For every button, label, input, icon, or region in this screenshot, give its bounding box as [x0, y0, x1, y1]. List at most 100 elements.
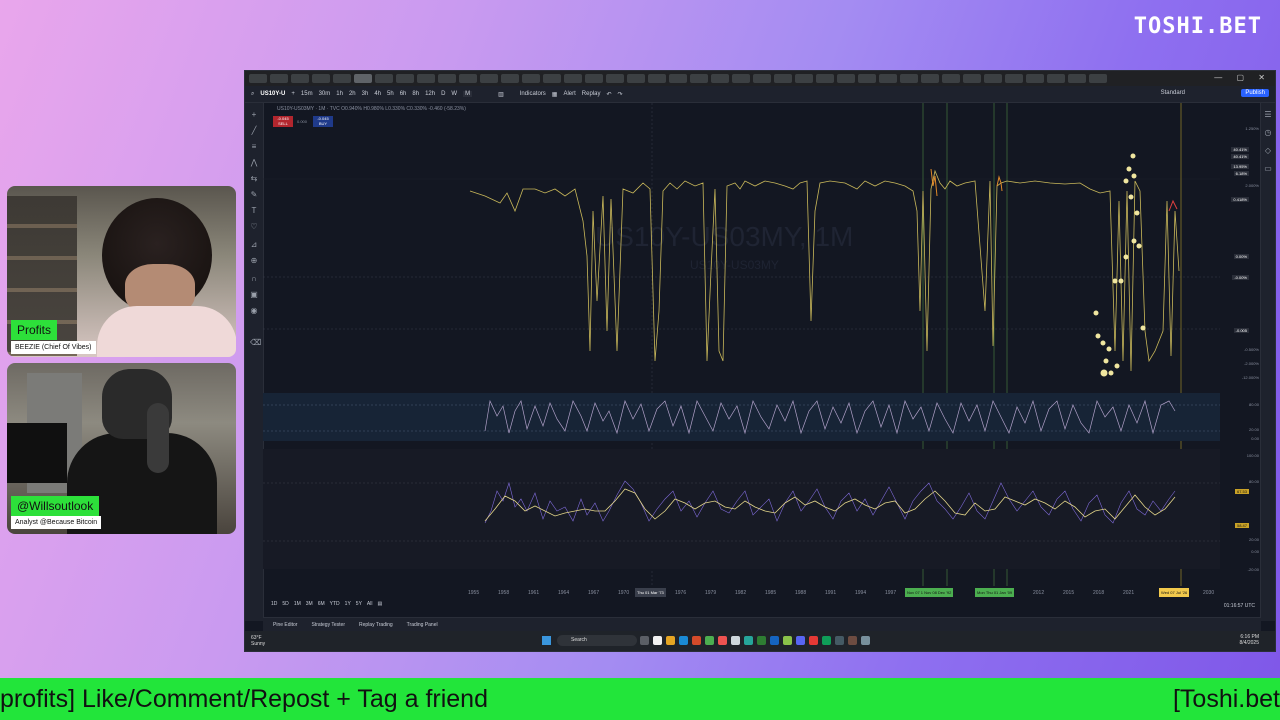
osc2-axis-label: 0.00 — [1251, 549, 1259, 554]
price-tag: 0.418% — [1231, 197, 1249, 202]
ticker-banner: profits] Like/Comment/Repost + Tag a fri… — [0, 678, 1280, 720]
app-icon[interactable] — [822, 636, 831, 645]
microphone — [147, 403, 169, 473]
edge-icon[interactable] — [679, 636, 688, 645]
price-tag: -0.005 — [1233, 328, 1249, 333]
time-axis: 1955 1958 1961 1964 1967 1970 Thu 01 Mar… — [263, 586, 1233, 600]
osc1-axis-label: 0.00 — [1251, 436, 1259, 441]
range-1m[interactable]: 1M — [294, 601, 301, 607]
osc2-axis-label: 20.00 — [1248, 537, 1259, 542]
price-tag: 13.95% — [1231, 164, 1249, 169]
price-axis-label: -0.500% — [1244, 347, 1259, 352]
windows-start-icon[interactable] — [542, 636, 551, 645]
range-1y[interactable]: 1Y — [345, 601, 351, 607]
file-explorer-icon[interactable] — [666, 636, 675, 645]
cam-name-tag: Profits — [11, 320, 58, 340]
time-tick: 1991 — [825, 590, 837, 596]
weather-desc: Sunny — [251, 641, 266, 647]
price-tag: 40.41% — [1231, 154, 1249, 159]
tab-trading-panel[interactable]: Trading Panel — [407, 622, 438, 628]
time-tick: 1988 — [795, 590, 807, 596]
price-tag: 6.18% — [1233, 171, 1249, 176]
time-tick: 2015 — [1063, 590, 1075, 596]
chart-canvas[interactable] — [245, 71, 1275, 651]
app-icon[interactable] — [848, 636, 857, 645]
range-selector: 1D 5D 1M 3M 6M YTD 1Y 5Y All ▤ — [263, 601, 382, 607]
utc-clock[interactable]: 01:16:57 UTC — [1224, 603, 1255, 609]
app-icon[interactable] — [718, 636, 727, 645]
range-highlight-label: Nov 07 1 Nov 08 Dec '92 — [905, 588, 954, 597]
ticker-right-text: [Toshi.bet — [1172, 685, 1280, 713]
piano — [7, 423, 67, 483]
price-tag: 0.00% — [1233, 254, 1249, 259]
chrome-icon[interactable] — [731, 636, 740, 645]
range-6m[interactable]: 6M — [318, 601, 325, 607]
time-tick: 1979 — [705, 590, 717, 596]
tradingview-icon[interactable] — [653, 636, 662, 645]
app-icon[interactable] — [861, 636, 870, 645]
time-tick: 1982 — [735, 590, 747, 596]
time-tick: 1964 — [558, 590, 570, 596]
price-axis-label: 2.000% — [1245, 183, 1259, 188]
taskbar-app-icons — [640, 636, 870, 645]
app-icon[interactable] — [835, 636, 844, 645]
tab-replay-trading[interactable]: Replay Trading — [359, 622, 393, 628]
osc1-axis-label: 20.00 — [1248, 427, 1259, 432]
app-icon[interactable] — [744, 636, 753, 645]
taskbar-search[interactable]: Search — [557, 635, 637, 646]
range-all[interactable]: All — [367, 601, 373, 607]
discord-icon[interactable] — [796, 636, 805, 645]
cam-subtitle: BEEZIE (Chief Of Vibes) — [11, 341, 96, 354]
cam-subtitle: Analyst @Because Bitcoin — [11, 516, 102, 529]
crosshair-date-label: Thu 01 Mar '73 — [635, 588, 666, 597]
tab-pine-editor[interactable]: Pine Editor — [273, 622, 297, 628]
range-5y[interactable]: 5Y — [356, 601, 362, 607]
time-tick: 1958 — [498, 590, 510, 596]
osc2-value-tag: 58.47 — [1234, 523, 1249, 528]
time-tick: 1997 — [885, 590, 897, 596]
range-ytd[interactable]: YTD — [330, 601, 340, 607]
taskbar-clock[interactable]: 6:16 PM 8/4/2025 — [1240, 634, 1259, 646]
app-icon[interactable] — [705, 636, 714, 645]
time-tick: 1961 — [528, 590, 540, 596]
time-tick: 2030 — [1203, 590, 1215, 596]
range-highlight-label: Mon Thu 01 Jan '09 — [975, 588, 1015, 597]
range-3m[interactable]: 3M — [306, 601, 313, 607]
price-axis-label: 1.250% — [1245, 126, 1259, 131]
webcam-feed-1: Profits BEEZIE (Chief Of Vibes) — [7, 186, 236, 357]
task-view-icon[interactable] — [640, 636, 649, 645]
range-1d[interactable]: 1D — [271, 601, 277, 607]
calendar-icon[interactable]: ▤ — [377, 601, 382, 607]
time-tick: 1985 — [765, 590, 777, 596]
price-series-line — [469, 169, 1180, 372]
price-tag: -0.00% — [1232, 275, 1249, 280]
osc2-axis-label: -20.00 — [1247, 567, 1259, 572]
app-icon[interactable] — [809, 636, 818, 645]
webcam-feed-2: @Willsoutlook Analyst @Because Bitcoin — [7, 363, 236, 534]
taskbar-date: 8/4/2025 — [1239, 640, 1259, 646]
osc1-axis-label: 80.00 — [1248, 402, 1259, 407]
app-icon[interactable] — [770, 636, 779, 645]
osc2-axis-label: 80.00 — [1248, 479, 1259, 484]
weather-widget[interactable]: 63°F Sunny — [251, 635, 265, 647]
time-tick: 1976 — [675, 590, 687, 596]
app-icon[interactable] — [692, 636, 701, 645]
windows-taskbar: 63°F Sunny Search 6:16 PM 8/4/2025 — [245, 631, 1275, 651]
app-icon[interactable] — [783, 636, 792, 645]
bottom-panel-tabs: Pine Editor Strategy Tester Replay Tradi… — [263, 617, 1261, 631]
time-tick: 1970 — [618, 590, 630, 596]
time-tick: 1967 — [588, 590, 600, 596]
time-tick: 1955 — [468, 590, 480, 596]
range-5d[interactable]: 5D — [282, 601, 288, 607]
tab-strategy-tester[interactable]: Strategy Tester — [311, 622, 345, 628]
brand-logo: TOSHI.BET — [1133, 14, 1262, 39]
current-date-label: Wed 07 Jul '26 — [1159, 588, 1190, 597]
screen-share: — ▢ ✕ ⌕ US10Y-U + 15m 30m 1h 2h 3h 4h 5h… — [244, 70, 1276, 652]
price-axis-label: -2.000% — [1244, 361, 1259, 366]
time-tick: 2021 — [1123, 590, 1135, 596]
app-icon[interactable] — [757, 636, 766, 645]
time-tick: 1994 — [855, 590, 867, 596]
ticker-left-text: profits] Like/Comment/Repost + Tag a fri… — [0, 685, 488, 713]
streamer-shirt — [97, 306, 236, 357]
price-axis-label: -12.000% — [1241, 375, 1259, 380]
